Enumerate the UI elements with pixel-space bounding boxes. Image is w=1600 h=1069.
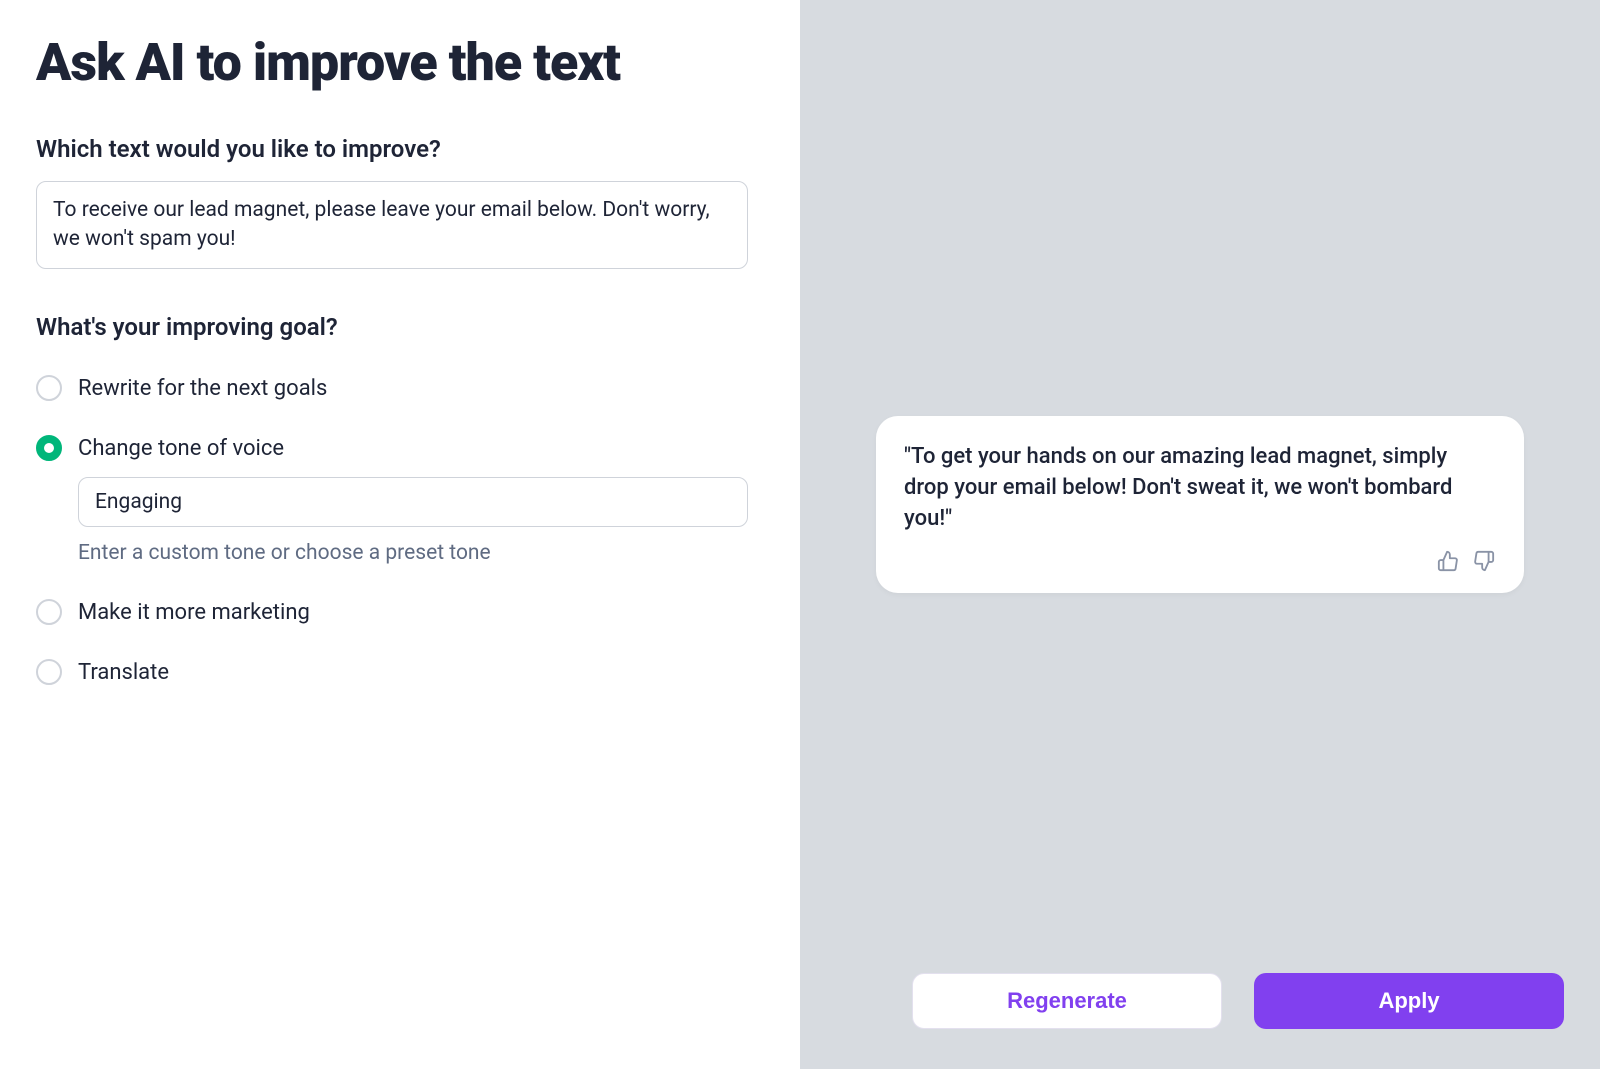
result-pane: "To get your hands on our amazing lead m… (800, 0, 1600, 1069)
radio-inner-dot (44, 443, 54, 453)
result-area: "To get your hands on our amazing lead m… (836, 36, 1564, 973)
apply-button[interactable]: Apply (1254, 973, 1564, 1029)
result-card: "To get your hands on our amazing lead m… (876, 416, 1524, 592)
radio-icon-selected (36, 435, 62, 461)
source-text-input[interactable] (36, 181, 748, 270)
radio-icon (36, 599, 62, 625)
thumbs-down-icon[interactable] (1472, 549, 1496, 573)
tone-input[interactable] (78, 477, 748, 527)
regenerate-button[interactable]: Regenerate (912, 973, 1222, 1029)
goal-option-tone[interactable]: Change tone of voice (36, 435, 764, 461)
page-title: Ask AI to improve the text (36, 36, 764, 91)
form-pane: Ask AI to improve the text Which text wo… (0, 0, 800, 1069)
thumbs-up-icon[interactable] (1436, 549, 1460, 573)
goal-option-label: Translate (78, 660, 169, 685)
goal-section-label: What's your improving goal? (36, 313, 764, 341)
tone-hint: Enter a custom tone or choose a preset t… (78, 541, 764, 565)
goal-option-label: Rewrite for the next goals (78, 376, 327, 401)
goal-option-label: Make it more marketing (78, 600, 310, 625)
goal-option-rewrite[interactable]: Rewrite for the next goals (36, 375, 764, 401)
feedback-row (904, 549, 1496, 573)
goal-option-marketing[interactable]: Make it more marketing (36, 599, 764, 625)
radio-icon (36, 659, 62, 685)
tone-subsection: Enter a custom tone or choose a preset t… (78, 477, 764, 565)
input-text-label: Which text would you like to improve? (36, 135, 764, 163)
goal-option-translate[interactable]: Translate (36, 659, 764, 685)
radio-icon (36, 375, 62, 401)
action-buttons: Regenerate Apply (836, 973, 1564, 1033)
result-text: "To get your hands on our amazing lead m… (904, 442, 1496, 534)
goal-option-label: Change tone of voice (78, 436, 284, 461)
